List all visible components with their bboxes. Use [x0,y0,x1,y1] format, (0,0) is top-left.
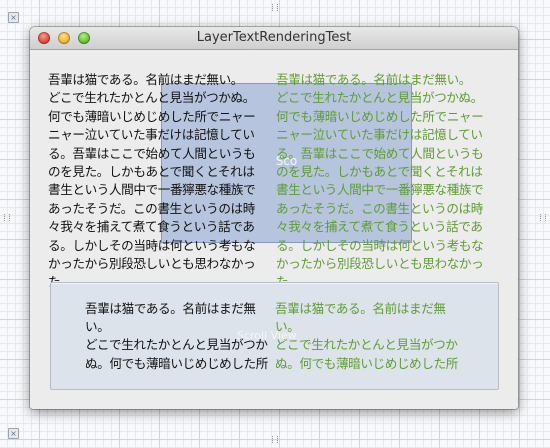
text-layer-green: 吾輩は猫である。名前はまだ無い。 どこで生れたかとんと見当がつかぬ。 何でも薄暗… [276,72,484,289]
canvas-close-handle[interactable]: × [8,12,19,23]
window-title: LayerTextRenderingTest [196,30,352,45]
scroll-text-black: 吾輩は猫である。名前はまだ無 い。 どこで生れたかとんと見当がつか ぬ。何でも薄… [85,301,268,371]
canvas-corner-handle-bottom-left[interactable]: × [8,428,19,439]
canvas-left-resize-mark[interactable] [4,214,10,221]
canvas-top-resize-mark[interactable] [272,4,278,11]
canvas-right-resize-mark[interactable] [540,214,546,221]
scroll-view-box[interactable]: Scroll View 吾輩は猫である。名前はまだ無 い。 どこで生れたかとんと… [50,282,499,390]
scroll-text-green: 吾輩は猫である。名前はまだ無 い。 どこで生れたかとんと見当がつか ぬ。何でも薄… [275,301,458,371]
window-titlebar[interactable]: LayerTextRenderingTest [30,27,518,50]
canvas-bottom-resize-mark[interactable] [272,436,278,443]
text-layer-black: 吾輩は猫である。名前はまだ無い。 どこで生れたかとんと見当がつかぬ。 何でも薄暗… [48,72,256,289]
window-content: Sco 吾輩は猫である。名前はまだ無い。 どこで生れたかとんと見当がつかぬ。 何… [30,50,518,409]
app-window: LayerTextRenderingTest Sco 吾輩は猫である。名前はまだ… [30,27,518,409]
